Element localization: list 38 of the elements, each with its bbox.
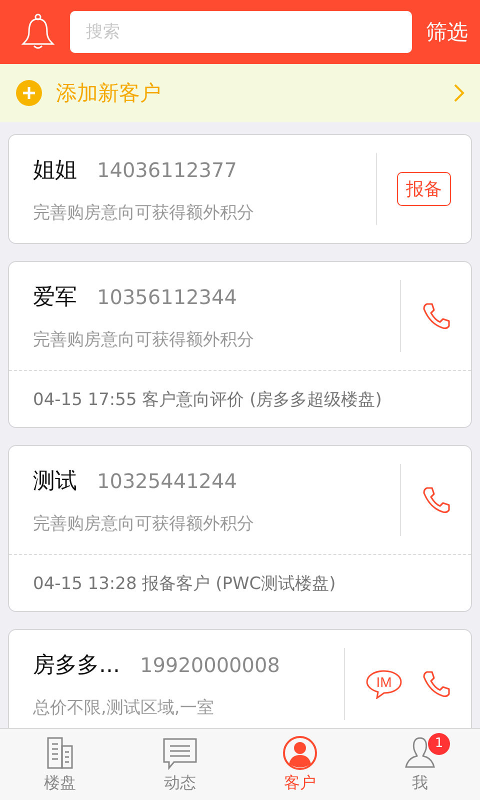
phone-button[interactable] [421,669,451,699]
person-icon [282,735,318,771]
add-customer-bar[interactable]: 添加新客户 [0,64,480,122]
customer-name: 姐姐 [33,156,77,184]
phone-button[interactable] [421,301,451,331]
customer-description: 总价不限,测试区域,一室 [33,696,215,718]
user-icon [402,735,438,771]
customer-card[interactable]: 测试 10325441244 完善购房意向可获得额外积分 04-15 13:28 报备客户 (PWC测试楼盘) [8,445,472,612]
phone-icon [421,485,451,515]
customer-card[interactable]: 爱军 10356112344 完善购房意向可获得额外积分 04-15 17:55 客户意向评价 (房多多超级楼盘) [8,261,472,428]
tab[interactable]: 楼盘 [0,729,120,800]
customer-name: 房多多... [33,652,120,680]
chevron-right-icon [452,82,466,104]
customer-name: 测试 [33,468,77,496]
plus-icon [16,80,42,106]
activity-note: 04-15 17:55 客户意向评价 (房多多超级楼盘) [9,370,471,427]
customer-name: 爱军 [33,284,77,312]
filter-button[interactable]: 筛选 [426,18,468,46]
phone-number: 10325441244 [97,468,237,492]
tab[interactable]: 客户 [240,729,360,800]
add-customer-label: 添加新客户 [56,80,162,107]
phone-number: 14036112377 [97,158,237,182]
phone-number: 19920000008 [140,652,280,676]
im-button[interactable]: IM [365,669,403,699]
tab[interactable]: 我 1 [360,729,480,800]
tab[interactable]: 动态 [120,729,240,800]
customer-card[interactable]: 房多多... 19920000008 总价不限,测试区域,一室 IM [8,629,472,728]
activity-note: 04-15 13:28 报备客户 (PWC测试楼盘) [9,554,471,611]
customer-description: 完善购房意向可获得额外积分 [33,328,255,350]
phone-number: 10356112344 [97,284,237,308]
phone-button[interactable] [421,485,451,515]
report-button[interactable]: 报备 [397,172,451,206]
phone-icon [421,301,451,331]
phone-icon [421,669,451,699]
customer-description: 完善购房意向可获得额外积分 [33,512,255,534]
notification-badge: 1 [428,733,450,755]
customer-description: 完善购房意向可获得额外积分 [33,202,255,224]
customer-card[interactable]: 姐姐 14036112377 完善购房意向可获得额外积分 报备 [8,134,472,244]
